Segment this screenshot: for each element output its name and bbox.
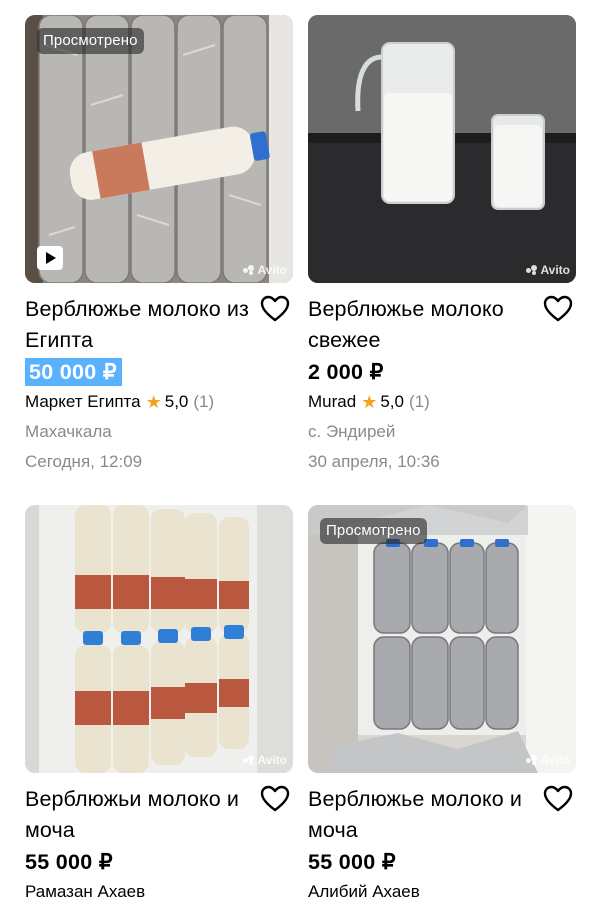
- heart-icon[interactable]: [260, 785, 290, 812]
- listing-card[interactable]: Avito Верблюжьи молоко и моча 55 000 ₽ Р…: [25, 505, 293, 907]
- viewed-badge: Просмотрено: [320, 518, 427, 544]
- listing-title[interactable]: Верблюжье молоко и моча: [308, 784, 533, 846]
- listing-price: 50 000 ₽: [25, 356, 293, 387]
- listing-photo[interactable]: Просмотрено Avito: [25, 15, 293, 283]
- listing-photo[interactable]: Avito: [25, 505, 293, 773]
- listing-price: 55 000 ₽: [308, 850, 396, 874]
- avito-watermark: Avito: [243, 753, 287, 767]
- listing-price: 2 000 ₽: [308, 360, 384, 384]
- seller-info: Маркет Египта ★ 5,0 (1): [25, 387, 293, 417]
- seller-info: Алибий Ахаев: [308, 877, 576, 907]
- play-icon: [37, 246, 63, 270]
- seller-name: Маркет Египта: [25, 392, 141, 411]
- viewed-badge: Просмотрено: [37, 28, 144, 54]
- rating-value: 5,0: [164, 392, 189, 411]
- listing-title[interactable]: Верблюжье молоко свежее: [308, 294, 533, 356]
- seller-name: Рамазан Ахаев: [25, 882, 146, 901]
- listing-card[interactable]: Avito Верблюжье молоко свежее 2 000 ₽ Mu…: [308, 15, 576, 477]
- listings-grid: Просмотрено Avito Верблюжье молоко из Ег…: [0, 0, 600, 917]
- listing-date: 30 апреля, 10:36: [308, 452, 440, 471]
- avito-logo-icon: [526, 755, 538, 765]
- seller-info: Рамазан Ахаев: [25, 877, 293, 907]
- seller-name: Murad: [308, 392, 357, 411]
- rating-count: (1): [193, 392, 215, 411]
- heart-icon[interactable]: [260, 295, 290, 322]
- heart-icon[interactable]: [543, 785, 573, 812]
- listing-price: 55 000 ₽: [25, 850, 113, 874]
- seller-info: Murad ★ 5,0 (1): [308, 387, 576, 417]
- listing-photo[interactable]: Просмотрено Avito: [308, 505, 576, 773]
- star-icon: ★: [361, 392, 378, 412]
- avito-logo-icon: [243, 265, 255, 275]
- avito-logo-icon: [243, 755, 255, 765]
- listing-date: Сегодня, 12:09: [25, 452, 143, 471]
- star-icon: ★: [145, 392, 162, 412]
- heart-icon[interactable]: [543, 295, 573, 322]
- avito-watermark: Avito: [243, 263, 287, 277]
- listing-card[interactable]: Просмотрено Avito Верблюжье молоко и моч…: [308, 505, 576, 907]
- listing-card[interactable]: Просмотрено Avito Верблюжье молоко из Ег…: [25, 15, 293, 477]
- avito-watermark: Avito: [526, 263, 570, 277]
- listing-title[interactable]: Верблюжье молоко из Египта: [25, 294, 250, 356]
- avito-logo-icon: [526, 265, 538, 275]
- listing-photo[interactable]: Avito: [308, 15, 576, 283]
- listing-location: с. Эндирей: [308, 422, 396, 441]
- listing-title[interactable]: Верблюжьи молоко и моча: [25, 784, 250, 846]
- listing-location: Махачкала: [25, 422, 112, 441]
- seller-name: Алибий Ахаев: [308, 882, 420, 901]
- rating-value: 5,0: [380, 392, 404, 411]
- avito-watermark: Avito: [526, 753, 570, 767]
- rating-count: (1): [408, 392, 430, 411]
